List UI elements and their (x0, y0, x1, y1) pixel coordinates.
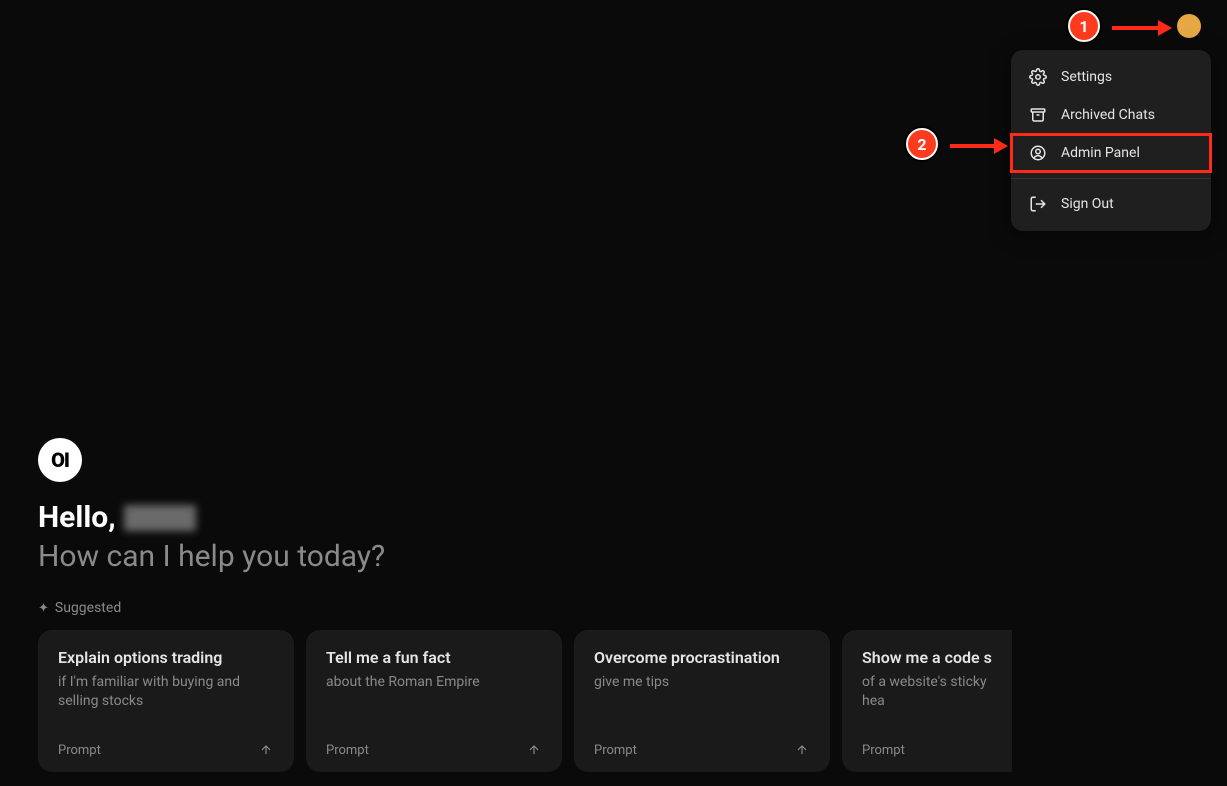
greeting-prefix: Hello, (38, 500, 116, 535)
card-title: Show me a code sn (862, 648, 992, 667)
card-subtitle: of a website's sticky hea (862, 673, 992, 711)
menu-item-admin-panel[interactable]: Admin Panel (1011, 134, 1211, 172)
user-dropdown-menu: Settings Archived Chats Admin Panel Sign… (1011, 50, 1211, 231)
greeting-name-redacted (124, 505, 196, 531)
menu-item-label: Admin Panel (1061, 145, 1140, 161)
suggestion-card[interactable]: Explain options trading if I'm familiar … (38, 630, 294, 772)
main-content: OI Hello, How can I help you today? ✦ Su… (38, 438, 1227, 772)
arrow-up-icon (794, 742, 810, 758)
card-subtitle: give me tips (594, 673, 810, 692)
user-circle-icon (1029, 144, 1047, 162)
menu-item-label: Archived Chats (1061, 107, 1155, 123)
callout-1: 1 (1068, 10, 1100, 42)
card-footer-label: Prompt (58, 743, 101, 758)
archive-icon (1029, 106, 1047, 124)
card-title: Overcome procrastination (594, 648, 810, 667)
card-subtitle: about the Roman Empire (326, 673, 542, 692)
card-subtitle: if I'm familiar with buying and selling … (58, 673, 274, 711)
arrow-1 (1112, 20, 1172, 36)
card-footer-label: Prompt (862, 743, 905, 758)
card-footer-label: Prompt (594, 743, 637, 758)
gear-icon (1029, 68, 1047, 86)
suggested-header: ✦ Suggested (38, 600, 1227, 616)
app-logo: OI (38, 438, 82, 482)
menu-item-label: Settings (1061, 69, 1112, 85)
subtitle: How can I help you today? (38, 539, 1227, 574)
suggestion-cards-row: Explain options trading if I'm familiar … (38, 630, 1227, 772)
sign-out-icon (1029, 195, 1047, 213)
user-avatar[interactable] (1177, 14, 1201, 38)
arrow-2 (950, 138, 1008, 154)
menu-item-archived-chats[interactable]: Archived Chats (1011, 96, 1211, 134)
arrow-up-icon (526, 742, 542, 758)
suggestion-card[interactable]: Show me a code sn of a website's sticky … (842, 630, 1012, 772)
menu-item-sign-out[interactable]: Sign Out (1011, 185, 1211, 223)
card-title: Explain options trading (58, 648, 274, 667)
arrow-up-icon (258, 742, 274, 758)
menu-item-settings[interactable]: Settings (1011, 58, 1211, 96)
suggested-label: Suggested (55, 600, 121, 616)
card-footer-label: Prompt (326, 743, 369, 758)
card-title: Tell me a fun fact (326, 648, 542, 667)
bolt-icon: ✦ (38, 601, 49, 616)
suggestion-card[interactable]: Overcome procrastination give me tips Pr… (574, 630, 830, 772)
greeting: Hello, (38, 500, 1227, 535)
suggestion-card[interactable]: Tell me a fun fact about the Roman Empir… (306, 630, 562, 772)
menu-divider (1011, 178, 1211, 179)
callout-2: 2 (906, 128, 938, 160)
menu-item-label: Sign Out (1061, 196, 1114, 212)
